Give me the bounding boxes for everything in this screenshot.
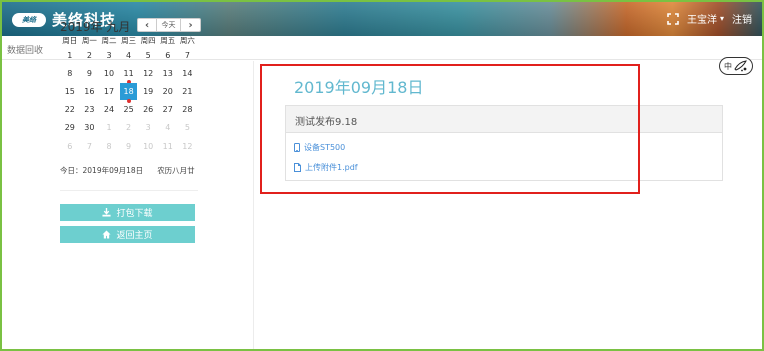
calendar-grid: 周日 周一 周二 周三 周四 周五 周六 1 2 3 4 5 6 7 8 9 1… — [60, 34, 197, 155]
calendar-day-other-month[interactable]: 2 — [119, 119, 139, 137]
calendar-day-other-month[interactable]: 4 — [158, 119, 178, 137]
download-icon — [102, 208, 112, 217]
calendar-day[interactable]: 16 — [80, 82, 100, 100]
calendar-nav: ‹ 今天 › — [137, 18, 201, 32]
calendar-day-other-month[interactable]: 11 — [158, 137, 178, 155]
calendar-day[interactable]: 5 — [138, 46, 158, 64]
weekday-header: 周四 — [140, 35, 156, 45]
calendar-day[interactable]: 3 — [99, 46, 119, 64]
chevron-right-icon: › — [188, 19, 193, 31]
calendar-day-other-month[interactable]: 5 — [178, 119, 198, 137]
chevron-left-icon: ‹ — [144, 19, 150, 31]
calendar-day[interactable]: 17 — [99, 82, 119, 100]
prev-month-button[interactable]: ‹ — [137, 18, 157, 32]
back-home-button[interactable]: 返回主页 — [60, 226, 195, 243]
calendar-day-other-month[interactable]: 9 — [119, 137, 139, 155]
calendar-day[interactable]: 6 — [158, 46, 178, 64]
weekday-header: 周一 — [81, 35, 97, 45]
home-label: 返回主页 — [116, 231, 153, 241]
logo-badge: 美络 — [12, 12, 46, 27]
calendar-day-selected[interactable]: 18 — [119, 80, 139, 103]
calendar-day[interactable]: 26 — [138, 101, 158, 119]
calendar-day[interactable]: 22 — [60, 101, 80, 119]
calendar-day-other-month[interactable]: 7 — [80, 137, 100, 155]
download-label: 打包下载 — [116, 209, 153, 219]
calendar-day[interactable]: 23 — [80, 101, 100, 119]
calendar-day[interactable]: 27 — [158, 101, 178, 119]
selected-day-label: 18 — [119, 83, 138, 100]
calendar-day[interactable]: 9 — [80, 64, 100, 82]
calendar-day[interactable]: 29 — [60, 119, 80, 137]
calendar-day[interactable]: 28 — [178, 101, 198, 119]
language-widget[interactable]: 中 — [719, 57, 753, 75]
calendar-day-other-month[interactable]: 8 — [99, 137, 119, 155]
calendar-day[interactable]: 15 — [60, 82, 80, 100]
user-menu[interactable]: 王宝洋 ▾ — [687, 11, 724, 26]
weekday-header: 周六 — [179, 35, 195, 45]
calendar-day[interactable]: 1 — [60, 46, 80, 64]
calendar-day[interactable]: 25 — [119, 101, 139, 119]
today-date: 今日：2019年09月18日 — [60, 166, 144, 175]
calendar-day[interactable]: 21 — [178, 82, 198, 100]
weekday-header: 周三 — [121, 35, 137, 45]
weekday-header: 周日 — [62, 35, 78, 45]
fullscreen-icon[interactable] — [667, 12, 679, 25]
calendar-day[interactable]: 12 — [138, 64, 158, 82]
calendar-day[interactable]: 7 — [178, 46, 198, 64]
calendar-day[interactable]: 4 — [119, 46, 139, 64]
calendar-day[interactable]: 20 — [158, 82, 178, 100]
calendar-day[interactable]: 10 — [99, 64, 119, 82]
logout-link[interactable]: 注销 — [732, 11, 752, 26]
leaf-icon — [734, 60, 747, 72]
today-button[interactable]: 今天 — [157, 18, 181, 32]
next-month-button[interactable]: › — [181, 18, 201, 32]
calendar-day[interactable]: 13 — [158, 64, 178, 82]
user-name: 王宝洋 — [686, 15, 717, 26]
home-icon — [102, 230, 112, 239]
calendar-day[interactable]: 8 — [60, 64, 80, 82]
calendar-day-other-month[interactable]: 1 — [99, 119, 119, 137]
calendar-day[interactable]: 14 — [178, 64, 198, 82]
breadcrumb[interactable]: 数据回收 — [7, 43, 43, 56]
calendar-day[interactable]: 19 — [138, 82, 158, 100]
calendar-day-other-month[interactable]: 6 — [60, 137, 80, 155]
weekday-header: 周二 — [101, 35, 117, 45]
calendar-day-other-month[interactable]: 10 — [138, 137, 158, 155]
language-label: 中 — [724, 61, 732, 71]
calendar-day[interactable]: 24 — [99, 101, 119, 119]
calendar-day-other-month[interactable]: 3 — [138, 119, 158, 137]
today-info: 今日：2019年09月18日 农历八月廿 — [60, 165, 195, 176]
weekday-header: 周五 — [160, 35, 176, 45]
lunar-date: 农历八月廿 — [157, 166, 195, 175]
calendar-day[interactable]: 30 — [80, 119, 100, 137]
chevron-down-icon: ▾ — [719, 14, 724, 23]
calendar-day[interactable]: 2 — [80, 46, 100, 64]
download-all-button[interactable]: 打包下载 — [60, 204, 195, 221]
divider — [60, 190, 198, 191]
calendar-day-other-month[interactable]: 12 — [178, 137, 198, 155]
calendar-title: 2019年 九月 — [60, 20, 131, 34]
highlight-box — [260, 64, 640, 194]
